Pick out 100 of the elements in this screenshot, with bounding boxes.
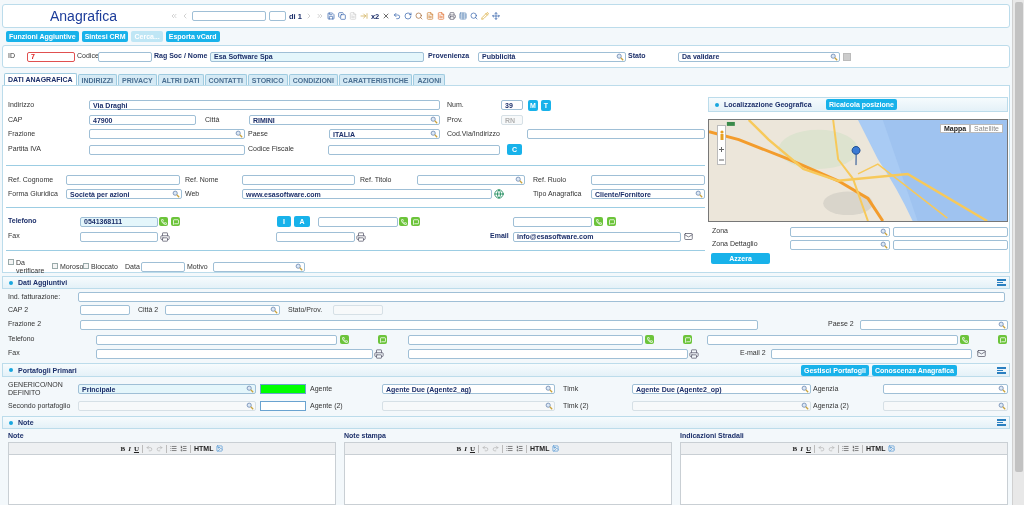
- input-field[interactable]: [771, 348, 972, 359]
- arrow-icon[interactable]: [359, 12, 368, 20]
- scrollbar-thumb[interactable]: [1014, 2, 1023, 472]
- call-button[interactable]: [159, 217, 168, 226]
- redo-icon[interactable]: [828, 445, 835, 452]
- input-field[interactable]: [893, 226, 1008, 237]
- input-field[interactable]: [96, 348, 373, 359]
- chat-button[interactable]: [607, 217, 616, 226]
- search-icon[interactable]: [830, 52, 838, 61]
- input-field[interactable]: [883, 384, 1008, 394]
- person-icon[interactable]: [718, 129, 725, 140]
- chat-button[interactable]: [683, 335, 692, 344]
- last-icon[interactable]: [315, 12, 324, 20]
- collapse-icon[interactable]: [997, 366, 1006, 374]
- search-icon[interactable]: [695, 190, 703, 198]
- input-field[interactable]: [860, 319, 1008, 330]
- previous-icon[interactable]: [181, 12, 189, 20]
- input-field[interactable]: [213, 262, 305, 272]
- color-swatch[interactable]: [260, 384, 306, 394]
- status-square[interactable]: [843, 52, 851, 61]
- image-icon[interactable]: [216, 445, 224, 452]
- input-field[interactable]: [78, 292, 1005, 302]
- bullet-list-icon[interactable]: [506, 445, 513, 452]
- color-swatch[interactable]: [260, 401, 306, 411]
- input-field[interactable]: [96, 334, 337, 345]
- search-icon[interactable]: [998, 320, 1006, 329]
- search-icon[interactable]: [246, 385, 254, 393]
- input-field[interactable]: [527, 129, 705, 139]
- search-icon[interactable]: [545, 385, 553, 393]
- call-button[interactable]: [960, 335, 969, 344]
- search-icon[interactable]: [801, 385, 809, 393]
- image-icon[interactable]: [888, 445, 896, 452]
- mail-icon[interactable]: [684, 232, 695, 241]
- search-icon[interactable]: [616, 52, 624, 61]
- input-field[interactable]: [790, 239, 890, 250]
- input-field[interactable]: [165, 305, 280, 315]
- input-field[interactable]: [707, 334, 958, 345]
- fax-icon[interactable]: [160, 231, 172, 242]
- call-button[interactable]: [399, 217, 408, 226]
- redo-icon[interactable]: [492, 445, 499, 452]
- globe-icon[interactable]: [494, 189, 505, 199]
- document-icon[interactable]: [348, 12, 357, 20]
- input-field[interactable]: [893, 239, 1008, 250]
- fax-icon[interactable]: [689, 348, 700, 359]
- document-icon[interactable]: [437, 12, 446, 20]
- zoom-out-icon[interactable]: [719, 158, 724, 161]
- input-field[interactable]: [328, 144, 500, 155]
- input-field[interactable]: [66, 175, 180, 185]
- bullet-list-icon[interactable]: [842, 445, 849, 452]
- search-icon[interactable]: [172, 190, 180, 198]
- call-button[interactable]: [645, 335, 654, 344]
- fax-icon[interactable]: [356, 231, 368, 242]
- collapse-icon[interactable]: [997, 279, 1006, 286]
- image-icon[interactable]: [552, 445, 560, 452]
- move-icon[interactable]: [492, 12, 501, 20]
- input-field[interactable]: [276, 231, 355, 242]
- numbered-list-icon[interactable]: [516, 445, 523, 452]
- input-field[interactable]: [417, 175, 525, 185]
- undo-icon[interactable]: [482, 445, 489, 452]
- search-icon[interactable]: [270, 306, 278, 314]
- chat-button[interactable]: [171, 217, 180, 226]
- search-icon[interactable]: [998, 385, 1006, 393]
- document-icon[interactable]: [426, 12, 435, 20]
- undo-icon[interactable]: [146, 445, 153, 452]
- input-field[interactable]: [80, 319, 758, 330]
- search-icon[interactable]: [415, 12, 424, 20]
- search-icon[interactable]: [515, 176, 523, 184]
- numbered-list-icon[interactable]: [852, 445, 859, 452]
- undo-icon[interactable]: [818, 445, 825, 452]
- call-button[interactable]: [594, 217, 603, 226]
- input-field[interactable]: [591, 175, 705, 185]
- search-icon[interactable]: [430, 130, 438, 138]
- search-icon[interactable]: [295, 263, 303, 271]
- first-icon[interactable]: [170, 12, 178, 20]
- search-icon[interactable]: [235, 130, 243, 138]
- input-field[interactable]: [408, 348, 688, 359]
- print-icon[interactable]: [448, 12, 457, 20]
- chat-button[interactable]: [378, 335, 387, 344]
- checkbox[interactable]: [8, 258, 14, 265]
- input-field[interactable]: [98, 51, 152, 62]
- redo-icon[interactable]: [156, 445, 163, 452]
- zoom-in-icon[interactable]: [719, 146, 724, 152]
- refresh-icon[interactable]: [404, 12, 413, 20]
- chat-button[interactable]: [411, 217, 420, 226]
- checkbox[interactable]: [52, 262, 58, 269]
- fax-icon[interactable]: [374, 348, 386, 359]
- search-icon[interactable]: [470, 12, 479, 20]
- input-field[interactable]: [513, 216, 592, 227]
- collapse-icon[interactable]: [997, 419, 1006, 426]
- close-icon[interactable]: [382, 12, 391, 20]
- input-field[interactable]: [89, 144, 245, 155]
- input-field[interactable]: [408, 334, 643, 345]
- input-field[interactable]: [790, 226, 890, 237]
- search-icon[interactable]: [880, 227, 888, 236]
- pencil-icon[interactable]: [481, 12, 490, 20]
- numbered-list-icon[interactable]: [180, 445, 187, 452]
- input-field[interactable]: [318, 216, 398, 227]
- input-field[interactable]: [141, 262, 185, 272]
- input-field[interactable]: [80, 231, 158, 242]
- search-icon[interactable]: [430, 116, 438, 124]
